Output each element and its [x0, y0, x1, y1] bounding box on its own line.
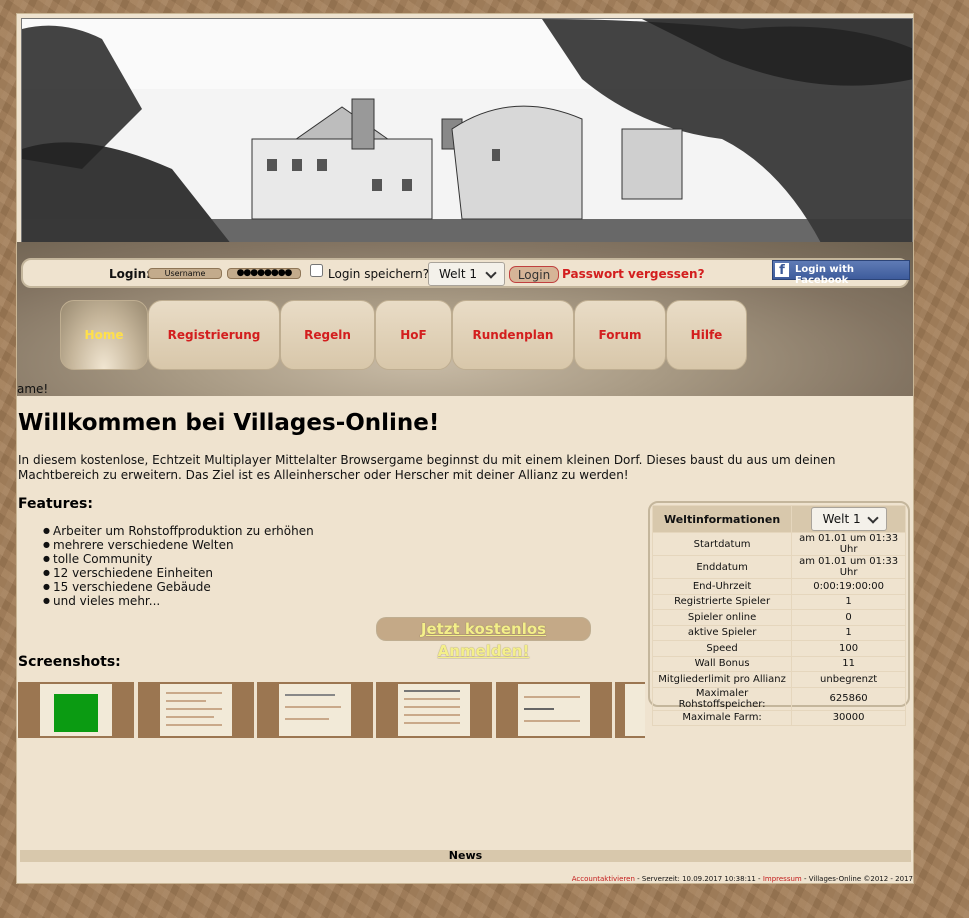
signup-button[interactable]: Jetzt kostenlos Anmelden!: [376, 617, 591, 660]
login-bar: Login: ●●●●●●●● Login speichern? Welt 1 …: [21, 258, 910, 288]
world-info-title-text: Weltinformationen: [663, 512, 781, 526]
row-value: 100: [791, 640, 906, 657]
facebook-login-label: Login with Facebook: [795, 264, 854, 286]
remember-login-label: Login speichern?: [328, 267, 430, 281]
list-item: Arbeiter um Rohstoffproduktion zu erhöhe…: [43, 524, 314, 538]
table-row: Spieler online 0: [651, 609, 906, 626]
username-input[interactable]: [148, 268, 222, 279]
facebook-login-button[interactable]: f Login with Facebook: [772, 260, 910, 286]
features-list: Arbeiter um Rohstoffproduktion zu erhöhe…: [43, 524, 314, 608]
row-value: 0:00:19:00:00: [791, 578, 906, 595]
world-info-title: Weltinformationen: [651, 505, 793, 533]
intro-text: In diesem kostenlose, Echtzeit Multiplay…: [18, 453, 836, 482]
row-label: Enddatum: [651, 555, 793, 579]
banner-image: [21, 18, 913, 244]
row-value: 11: [791, 655, 906, 672]
news-header: News: [20, 850, 911, 862]
server-time-text: - Serverzeit: 10.09.2017 10:38:11 -: [634, 875, 763, 883]
row-label: Registrierte Spieler: [651, 593, 793, 610]
row-value: 1: [791, 624, 906, 641]
list-item: tolle Community: [43, 552, 314, 566]
features-heading: Features:: [18, 496, 93, 512]
screenshots-heading: Screenshots:: [18, 654, 121, 670]
copyright-text: - Villages-Online ©2012 - 2017: [801, 875, 913, 883]
table-row: Mitgliederlimit pro Allianz unbegrenzt: [651, 671, 906, 688]
world-info-panel: Weltinformationen Welt 1 Startdatum am 01…: [648, 501, 910, 726]
row-label: aktive Spieler: [651, 624, 793, 641]
screenshot-thumbnail[interactable]: [257, 682, 373, 738]
row-value: 30000: [791, 709, 906, 726]
remember-login-checkbox[interactable]: [310, 264, 323, 277]
row-value: 0: [791, 609, 906, 626]
table-row: End-Uhrzeit 0:00:19:00:00: [651, 578, 906, 595]
row-label: Maximaler Rohstoffspeicher:: [651, 686, 793, 711]
row-value: unbegrenzt: [791, 671, 906, 688]
chevron-down-icon: [866, 512, 879, 524]
login-label: Login:: [109, 267, 151, 281]
row-label: Startdatum: [651, 532, 793, 556]
nav-home[interactable]: Home: [60, 300, 148, 370]
list-item: 12 verschiedene Einheiten: [43, 566, 314, 580]
login-button[interactable]: Login: [509, 266, 559, 283]
row-label: Speed: [651, 640, 793, 657]
list-item: und vieles mehr...: [43, 594, 314, 608]
password-input[interactable]: ●●●●●●●●: [227, 268, 301, 279]
nav-hof[interactable]: HoF: [375, 300, 452, 370]
table-row: Speed 100: [651, 640, 906, 657]
forgot-password-link[interactable]: Passwort vergessen?: [562, 267, 705, 281]
row-label: Spieler online: [651, 609, 793, 626]
world-info-select[interactable]: Welt 1: [810, 507, 887, 531]
world-info-table: Weltinformationen Welt 1 Startdatum am 01…: [651, 505, 906, 726]
row-label: Maximale Farm:: [651, 709, 793, 726]
header-overflow-text: ame!: [17, 382, 49, 396]
world-info-select-value: Welt 1: [822, 512, 861, 526]
list-item: 15 verschiedene Gebäude: [43, 580, 314, 594]
facebook-icon: f: [775, 263, 789, 278]
table-row: Maximaler Rohstoffspeicher: 625860: [651, 686, 906, 711]
list-item: mehrere verschiedene Welten: [43, 538, 314, 552]
nav-forum[interactable]: Forum: [574, 300, 666, 370]
table-row: Startdatum am 01.01 um 01:33 Uhr: [651, 532, 906, 556]
row-label: Wall Bonus: [651, 655, 793, 672]
table-row: Enddatum am 01.01 um 01:33 Uhr: [651, 555, 906, 579]
table-row: Maximale Farm: 30000: [651, 709, 906, 726]
screenshot-thumbnail[interactable]: [615, 682, 645, 738]
page-title: Willkommen bei Villages-Online!: [18, 410, 440, 436]
impressum-link[interactable]: Impressum: [763, 875, 802, 883]
screenshot-thumbnail[interactable]: [138, 682, 254, 738]
row-value: am 01.01 um 01:33 Uhr: [791, 532, 906, 556]
row-label: Mitgliederlimit pro Allianz: [651, 671, 793, 688]
nav-registrierung[interactable]: Registrierung: [148, 300, 280, 370]
chevron-down-icon: [485, 267, 497, 279]
table-row: aktive Spieler 1: [651, 624, 906, 641]
screenshot-thumbnail[interactable]: [496, 682, 612, 738]
account-activate-link[interactable]: Accountaktivieren: [572, 875, 635, 883]
screenshot-thumbnail[interactable]: [18, 682, 134, 738]
world-info-select-cell: Welt 1: [791, 505, 906, 533]
footer: Accountaktivieren - Serverzeit: 10.09.20…: [572, 875, 913, 883]
screenshot-thumbnail[interactable]: [376, 682, 492, 738]
nav-hilfe[interactable]: Hilfe: [666, 300, 747, 370]
nav-regeln[interactable]: Regeln: [280, 300, 375, 370]
page-frame: Login: ●●●●●●●● Login speichern? Welt 1 …: [16, 13, 914, 884]
row-value: 1: [791, 593, 906, 610]
world-select[interactable]: Welt 1: [428, 262, 505, 286]
table-row: Wall Bonus 11: [651, 655, 906, 672]
nav-rundenplan[interactable]: Rundenplan: [452, 300, 574, 370]
row-value: 625860: [791, 686, 906, 711]
table-row: Registrierte Spieler 1: [651, 593, 906, 610]
row-value: am 01.01 um 01:33 Uhr: [791, 555, 906, 579]
world-select-value: Welt 1: [439, 267, 478, 281]
row-label: End-Uhrzeit: [651, 578, 793, 595]
